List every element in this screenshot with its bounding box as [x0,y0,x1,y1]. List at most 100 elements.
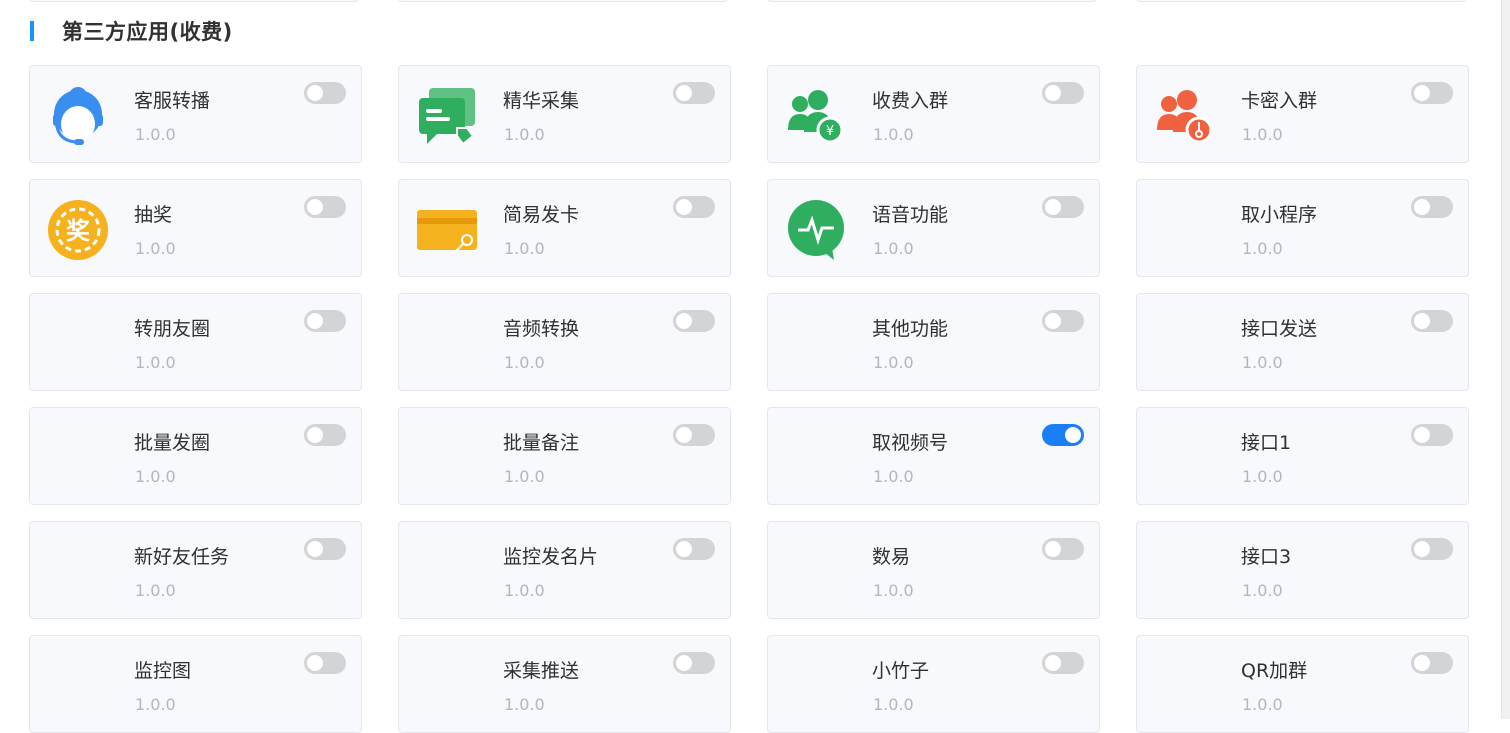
app-version: 1.0.0 [1242,353,1283,372]
app-name: 新好友任务 [134,546,230,568]
app-name: 接口3 [1241,546,1292,568]
toggle-knob [307,427,323,443]
app-enable-toggle[interactable] [1042,538,1084,560]
toggle-knob [1414,541,1430,557]
app-enable-toggle[interactable] [304,538,346,560]
app-enable-toggle[interactable] [304,424,346,446]
app-name: 监控发名片 [503,546,599,568]
app-version: 1.0.0 [1242,695,1283,714]
app-name: 小竹子 [872,660,930,682]
previous-card-edge [767,0,1097,2]
app-version: 1.0.0 [873,353,914,372]
app-name: 收费入群 [872,90,949,112]
app-name: 数易 [872,546,911,568]
app-name: QR加群 [1241,660,1308,682]
app-version: 1.0.0 [873,581,914,600]
paid-group-icon: ¥ [784,84,848,148]
app-card[interactable]: 监控发名片 1.0.0 [398,521,731,619]
app-version: 1.0.0 [135,695,176,714]
app-version: 1.0.0 [504,239,545,258]
app-version: 1.0.0 [504,581,545,600]
app-enable-toggle[interactable] [1042,82,1084,104]
svg-text:奖: 奖 [66,217,91,245]
app-name: 转朋友圈 [134,318,211,340]
app-card[interactable]: 客服转播 1.0.0 [29,65,362,163]
toggle-knob [307,199,323,215]
app-version: 1.0.0 [504,467,545,486]
app-card[interactable]: 新好友任务 1.0.0 [29,521,362,619]
scrollbar[interactable] [1501,0,1510,719]
app-card[interactable]: 其他功能 1.0.0 [767,293,1100,391]
app-enable-toggle[interactable] [304,82,346,104]
app-card[interactable]: 接口3 1.0.0 [1136,521,1469,619]
app-name: 精华采集 [503,90,580,112]
app-card[interactable]: 数易 1.0.0 [767,521,1100,619]
toggle-knob [307,655,323,671]
app-enable-toggle[interactable] [1411,538,1453,560]
app-card[interactable]: 语音功能 1.0.0 [767,179,1100,277]
app-card[interactable]: 监控图 1.0.0 [29,635,362,733]
previous-card-edge [398,0,728,2]
app-card[interactable]: 采集推送 1.0.0 [398,635,731,733]
toggle-knob [1414,199,1430,215]
app-name: 接口发送 [1241,318,1318,340]
app-name: 取小程序 [1241,204,1318,226]
app-enable-toggle[interactable] [673,310,715,332]
app-version: 1.0.0 [504,125,545,144]
app-card[interactable]: 批量发圈 1.0.0 [29,407,362,505]
app-name: 简易发卡 [503,204,580,226]
app-enable-toggle[interactable] [304,652,346,674]
app-enable-toggle[interactable] [1042,196,1084,218]
app-card[interactable]: 接口1 1.0.0 [1136,407,1469,505]
app-version: 1.0.0 [873,695,914,714]
app-version: 1.0.0 [135,581,176,600]
app-card[interactable]: 小竹子 1.0.0 [767,635,1100,733]
app-card[interactable]: 取小程序 1.0.0 [1136,179,1469,277]
app-card[interactable]: 简易发卡 1.0.0 [398,179,731,277]
app-enable-toggle[interactable] [1411,424,1453,446]
app-enable-toggle[interactable] [673,538,715,560]
toggle-knob [676,541,692,557]
toggle-knob [676,655,692,671]
section-header: 第三方应用(收费) [30,18,233,44]
app-name: 语音功能 [872,204,949,226]
app-card[interactable]: QR加群 1.0.0 [1136,635,1469,733]
app-enable-toggle[interactable] [1042,310,1084,332]
toggle-knob [1045,85,1061,101]
app-enable-toggle[interactable] [673,82,715,104]
app-enable-toggle[interactable] [1411,82,1453,104]
app-enable-toggle[interactable] [1042,652,1084,674]
app-enable-toggle[interactable] [1042,424,1084,446]
app-enable-toggle[interactable] [1411,652,1453,674]
toggle-knob [676,85,692,101]
app-card[interactable]: 卡密入群 1.0.0 [1136,65,1469,163]
app-enable-toggle[interactable] [673,196,715,218]
app-name: 监控图 [134,660,192,682]
app-enable-toggle[interactable] [1411,310,1453,332]
toggle-knob [1414,85,1430,101]
toggle-knob [1414,427,1430,443]
app-version: 1.0.0 [1242,467,1283,486]
app-name: 批量备注 [503,432,580,454]
app-card[interactable]: 精华采集 1.0.0 [398,65,731,163]
app-version: 1.0.0 [1242,581,1283,600]
app-card[interactable]: 转朋友圈 1.0.0 [29,293,362,391]
app-card[interactable]: 批量备注 1.0.0 [398,407,731,505]
app-enable-toggle[interactable] [1411,196,1453,218]
app-enable-toggle[interactable] [304,310,346,332]
app-enable-toggle[interactable] [673,652,715,674]
app-card[interactable]: 接口发送 1.0.0 [1136,293,1469,391]
app-card[interactable]: 取视频号 1.0.0 [767,407,1100,505]
toggle-knob [1414,655,1430,671]
app-enable-toggle[interactable] [673,424,715,446]
toggle-knob [307,541,323,557]
app-version: 1.0.0 [135,353,176,372]
app-card[interactable]: 奖 抽奖 1.0.0 [29,179,362,277]
app-enable-toggle[interactable] [304,196,346,218]
toggle-knob [676,313,692,329]
app-grid: 客服转播 1.0.0 精华采集 1.0.0 ¥ 收费入群 1.0.0 卡密入群 1.0.0… [29,65,1469,733]
toggle-knob [307,313,323,329]
app-version: 1.0.0 [504,353,545,372]
app-card[interactable]: ¥ 收费入群 1.0.0 [767,65,1100,163]
app-card[interactable]: 音频转换 1.0.0 [398,293,731,391]
